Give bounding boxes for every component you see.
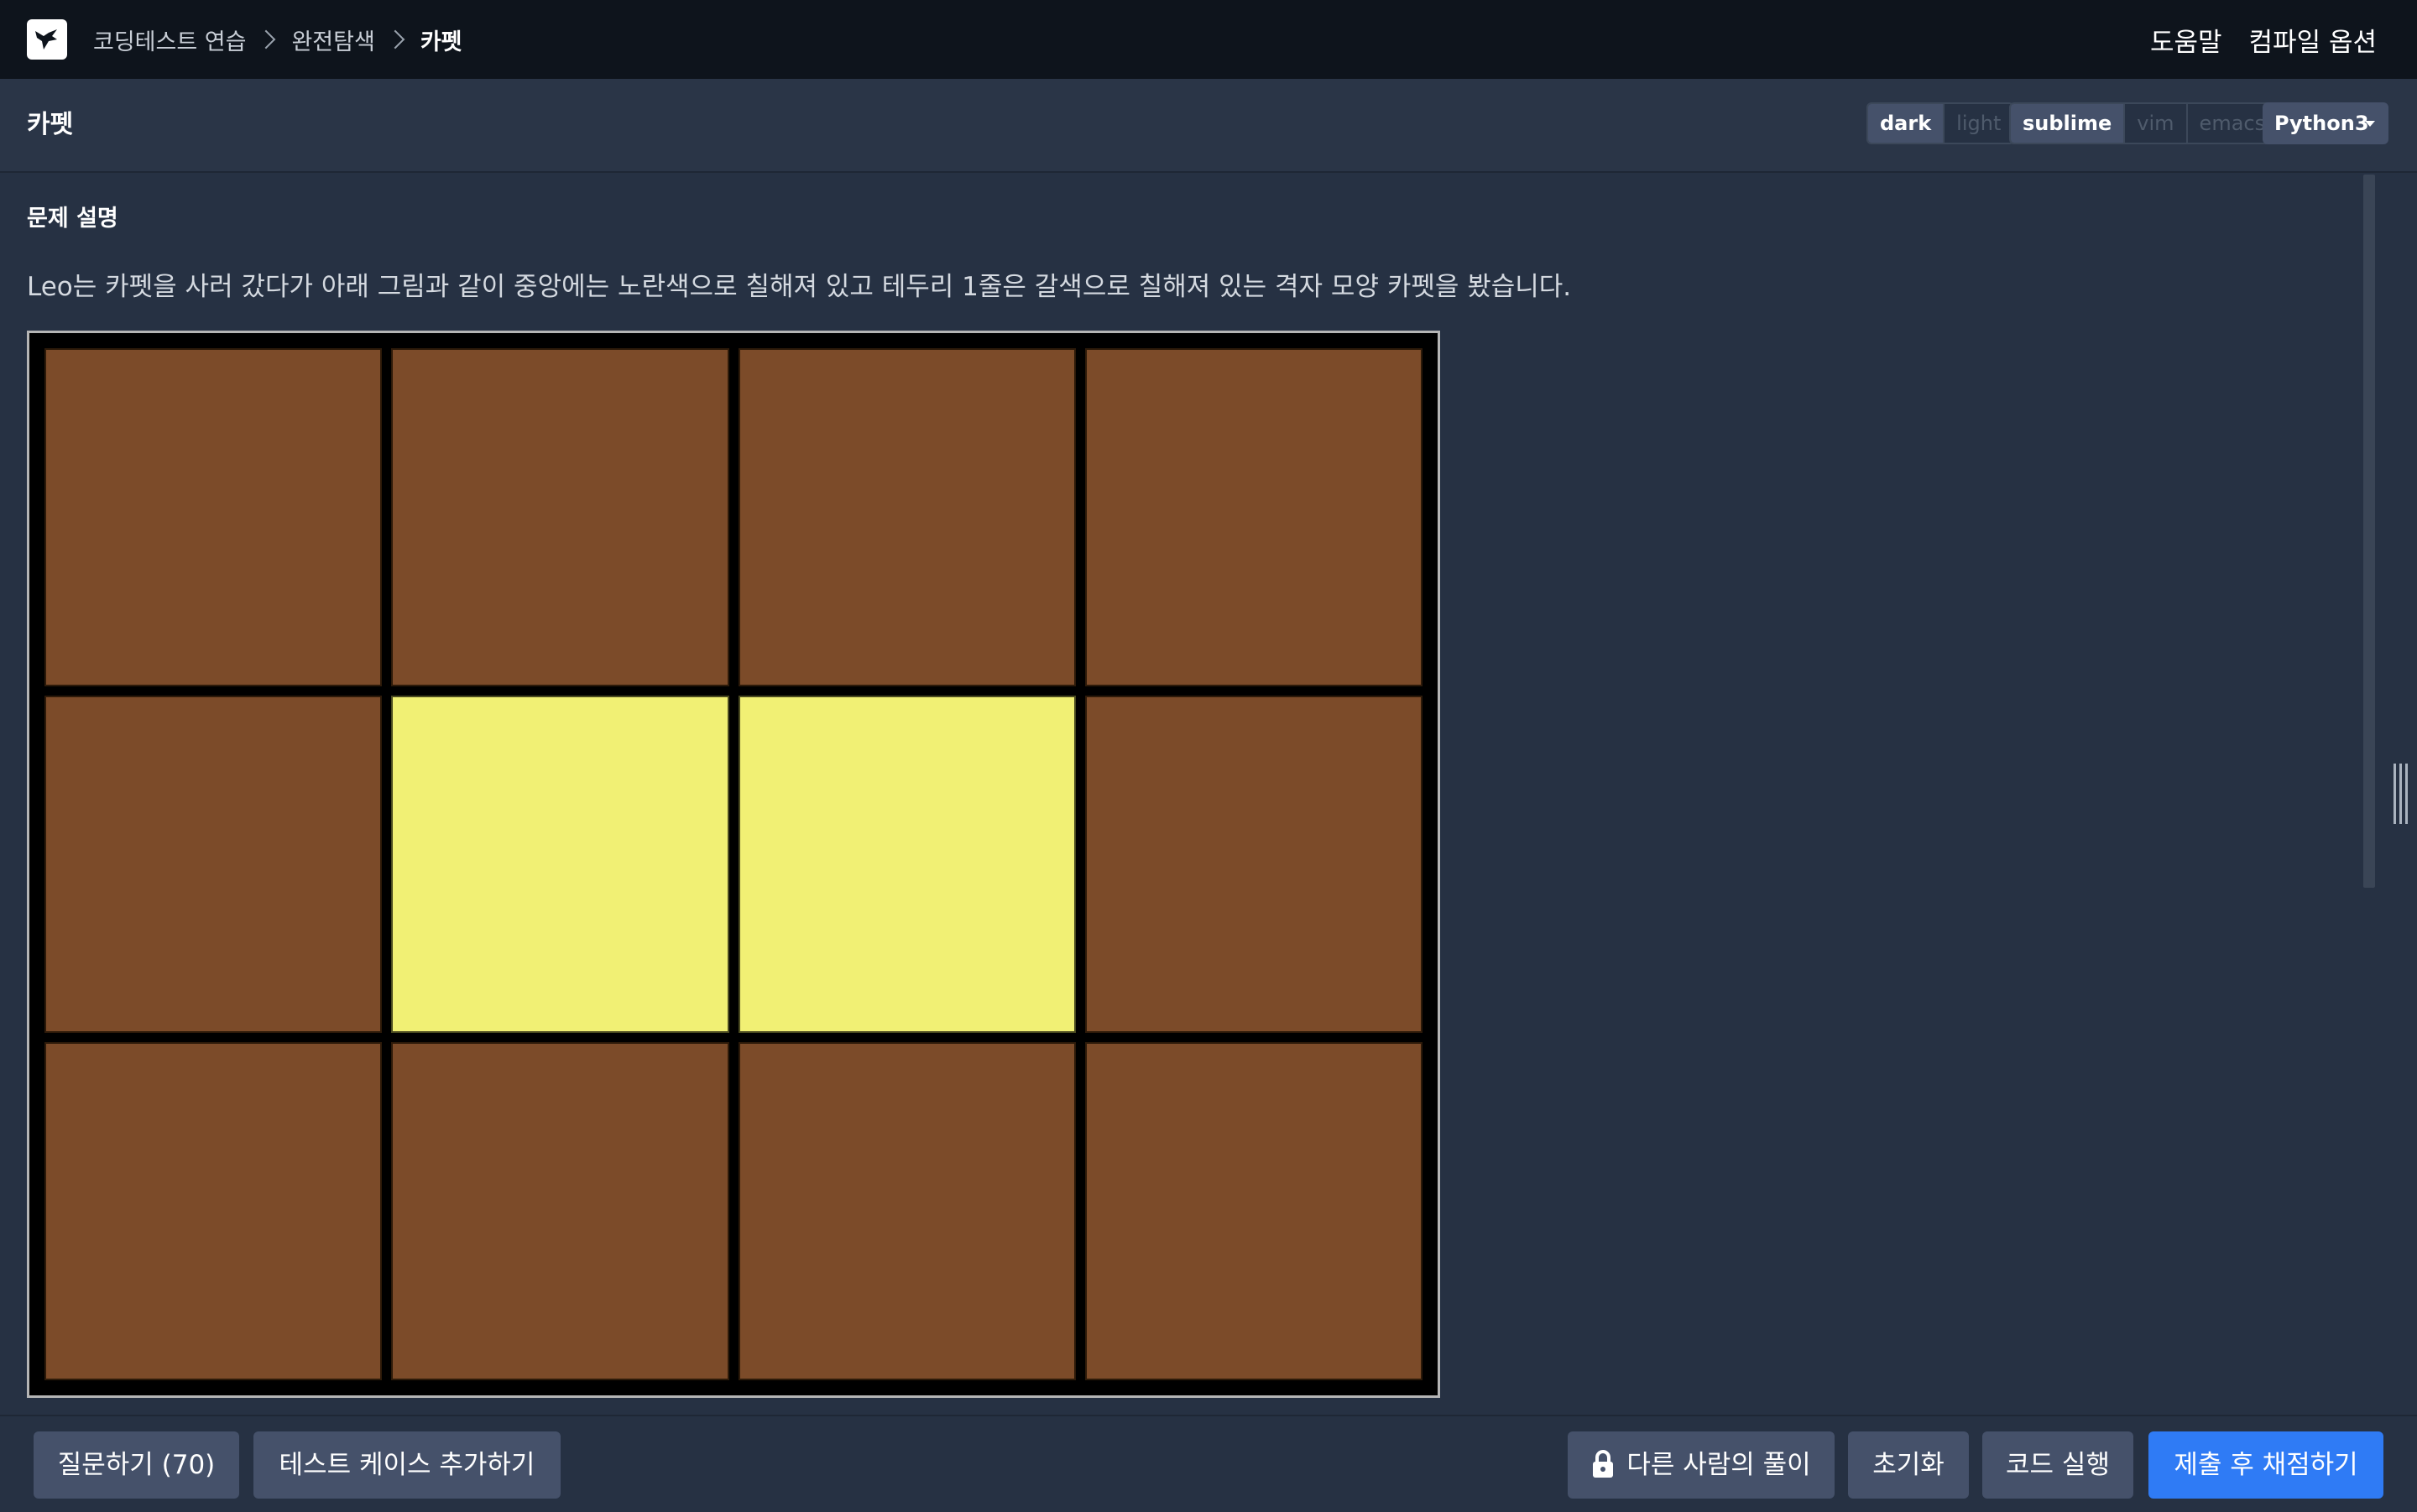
keymap-vim-option[interactable]: vim [2123,104,2186,143]
vertical-scrollbar[interactable] [2363,175,2375,888]
hummingbird-icon [35,29,57,50]
brown-tile [738,1042,1076,1380]
theme-light-option[interactable]: light [1943,104,2013,143]
ask-question-button[interactable]: 질문하기 (70) [34,1431,239,1499]
others-solution-label: 다른 사람의 풀이 [1626,1450,1811,1480]
language-select[interactable]: Python3 [2263,102,2388,144]
breadcrumb-item[interactable]: 코딩테스트 연습 [93,23,246,56]
chevron-right-icon [257,29,276,50]
language-select-value: Python3 [2274,112,2369,135]
panel-resize-handle[interactable] [2394,764,2409,824]
top-nav: 코딩테스트 연습 완전탐색 카펫 도움말 컴파일 옵션 [0,0,2417,79]
yellow-tile [738,695,1076,1034]
keymap-sublime-option[interactable]: sublime [2011,104,2124,143]
logo[interactable] [27,19,67,60]
run-code-button[interactable]: 코드 실행 [1982,1431,2133,1499]
theme-dark-option[interactable]: dark [1868,104,1944,143]
breadcrumb: 코딩테스트 연습 완전탐색 카펫 [93,0,462,79]
nav-links: 도움말 컴파일 옵션 [2123,0,2377,79]
lock-icon [1591,1436,1615,1478]
section-title: 문제 설명 [27,206,118,232]
theme-toggle: dark light [1866,102,2015,144]
brown-tile [1084,695,1423,1034]
breadcrumb-item[interactable]: 완전탐색 [291,23,374,56]
add-testcase-button[interactable]: 테스트 케이스 추가하기 [253,1431,561,1499]
others-solution-button[interactable]: 다른 사람의 풀이 [1568,1431,1835,1499]
breadcrumb-current: 카펫 [420,29,462,55]
yellow-tile [391,695,729,1034]
reset-button[interactable]: 초기화 [1848,1431,1969,1499]
chevron-right-icon [385,29,405,50]
action-bar: 질문하기 (70) 테스트 케이스 추가하기 다른 사람의 풀이 초기화 코드 … [0,1415,2417,1512]
caret-down-icon [2365,121,2375,127]
help-link[interactable]: 도움말 [2150,21,2222,59]
brown-tile [391,348,729,686]
problem-description: Leo는 카펫을 사러 갔다가 아래 그림과 같이 중앙에는 노란색으로 칠해져… [27,272,1572,302]
carpet-figure [27,331,1440,1398]
brown-tile [44,1042,383,1380]
brown-tile [738,348,1076,686]
brown-tile [1084,348,1423,686]
submit-button[interactable]: 제출 후 채점하기 [2148,1431,2383,1499]
problem-title: 카펫 [27,110,74,139]
brown-tile [1084,1042,1423,1380]
brown-tile [391,1042,729,1380]
problem-header: 카펫 dark light sublime vim emacs Python3 [0,79,2417,173]
compile-options-link[interactable]: 컴파일 옵션 [2249,21,2377,59]
keymap-toggle: sublime vim emacs [2009,102,2279,144]
brown-tile [44,695,383,1034]
brown-tile [44,348,383,686]
problem-description-panel: 문제 설명 Leo는 카펫을 사러 갔다가 아래 그림과 같이 중앙에는 노란색… [0,173,2360,1415]
